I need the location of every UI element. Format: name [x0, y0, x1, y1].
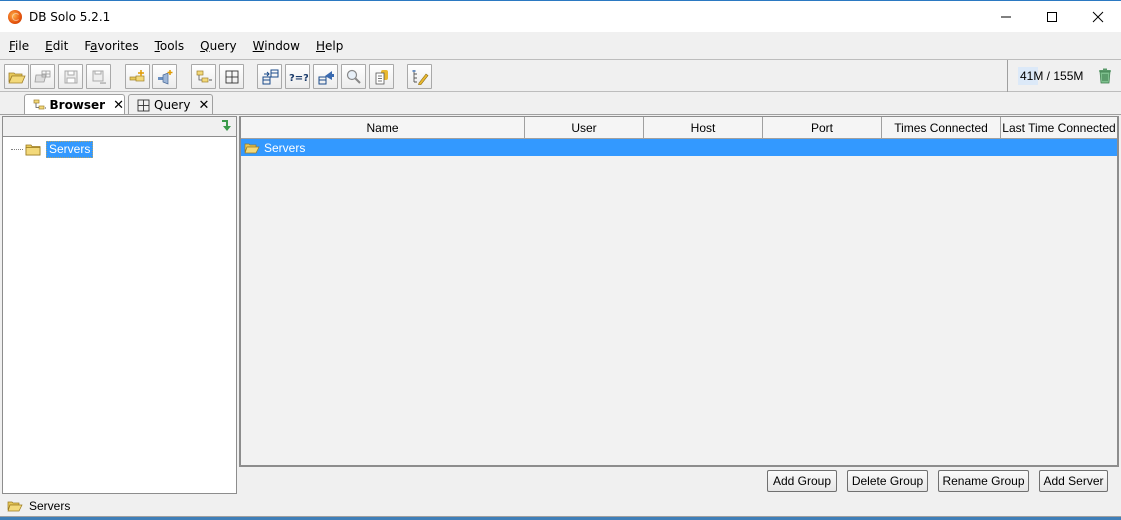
tab-query[interactable]: Query ✕ — [128, 94, 213, 115]
toolbar: ?=? 41M / 155M — [0, 59, 1121, 92]
menu-label: ools — [159, 38, 185, 53]
connect-button[interactable] — [152, 64, 177, 89]
search-icon — [346, 69, 361, 84]
tree-connector — [11, 149, 23, 150]
query-button[interactable] — [219, 64, 244, 89]
column-header-name[interactable]: Name — [241, 117, 525, 138]
tree-item-label: Servers — [46, 141, 94, 158]
window-controls — [983, 1, 1121, 32]
menu-mnemonic: a — [90, 38, 98, 53]
menu-tools[interactable]: Tools — [150, 39, 193, 53]
edit-tree-icon — [412, 69, 428, 85]
menu-bar: File Edit Favorites Tools Query Window H… — [0, 32, 1121, 59]
tab-browser[interactable]: Browser ✕ — [24, 94, 125, 115]
compare-data-icon: ?=? — [289, 73, 308, 84]
query-grid-icon — [225, 70, 238, 83]
add-server-button[interactable]: Add Server — [1039, 470, 1108, 492]
browser-button[interactable] — [191, 64, 216, 89]
open-folder-icon — [7, 72, 26, 83]
servers-table: Name User Host Port Times Connected Last… — [239, 116, 1119, 467]
open-remote-button[interactable] — [30, 64, 55, 89]
connect-icon — [157, 69, 172, 85]
menu-label: elp — [325, 38, 344, 53]
query-grid-icon — [137, 99, 150, 111]
save-button[interactable] — [58, 64, 83, 89]
refresh-icon[interactable] — [219, 119, 233, 133]
column-header-times-connected[interactable]: Times Connected — [882, 117, 1001, 138]
menu-label: vorites — [97, 38, 139, 53]
minimize-icon — [1001, 16, 1011, 17]
open-button[interactable] — [4, 64, 29, 89]
menu-mnemonic: E — [45, 38, 53, 53]
close-tab-icon[interactable]: ✕ — [198, 98, 209, 113]
status-text: Servers — [29, 499, 71, 513]
memory-panel[interactable]: 41M / 155M — [1007, 60, 1121, 92]
tree-header — [3, 117, 236, 137]
browser-tree-icon — [196, 70, 212, 82]
add-group-button[interactable]: Add Group — [767, 470, 837, 492]
menu-file[interactable]: File — [4, 39, 37, 53]
add-server-button[interactable] — [125, 64, 150, 89]
menu-label: uery — [209, 38, 237, 53]
open-folder-icon — [7, 501, 23, 512]
svg-text:?=?: ?=? — [289, 73, 308, 84]
menu-label: indow — [264, 38, 300, 53]
memory-usage: 41M / 155M — [1018, 67, 1084, 85]
search-button[interactable] — [341, 64, 366, 89]
menu-help[interactable]: Help — [311, 39, 351, 53]
browser-tree-icon — [33, 99, 46, 110]
menu-mnemonic: Q — [200, 38, 210, 53]
column-header-host[interactable]: Host — [644, 117, 763, 138]
menu-query[interactable]: Query — [195, 39, 244, 53]
minimize-button[interactable] — [983, 1, 1029, 32]
close-icon — [1092, 11, 1104, 22]
close-tab-icon[interactable]: ✕ — [113, 98, 124, 113]
report-button[interactable] — [369, 64, 394, 89]
menu-mnemonic: W — [252, 38, 265, 53]
menu-edit[interactable]: Edit — [40, 39, 76, 53]
garbage-collect-icon[interactable] — [1098, 68, 1112, 84]
tree-item-servers[interactable]: Servers — [11, 141, 94, 158]
rename-group-button[interactable]: Rename Group — [938, 470, 1029, 492]
column-header-user[interactable]: User — [525, 117, 644, 138]
save-as-button[interactable] — [86, 64, 111, 89]
maximize-icon — [1047, 11, 1057, 22]
folder-icon — [25, 144, 41, 156]
tab-bar: Browser ✕ Query ✕ — [0, 93, 1121, 115]
table-header: Name User Host Port Times Connected Last… — [241, 117, 1117, 139]
save-icon — [64, 70, 77, 83]
app-logo-icon — [8, 9, 22, 24]
column-header-last-time-connected[interactable]: Last Time Connected — [1001, 117, 1117, 138]
add-server-icon — [129, 69, 144, 81]
migrate-button[interactable] — [313, 64, 338, 89]
open-remote-icon — [34, 70, 50, 82]
save-as-icon — [92, 70, 106, 84]
menu-favorites[interactable]: Favorites — [79, 39, 146, 53]
compare-schema-icon — [262, 69, 278, 84]
table-row[interactable]: Servers — [241, 139, 1117, 156]
menu-window[interactable]: Window — [248, 39, 308, 53]
title-bar: DB Solo 5.2.1 — [0, 0, 1121, 32]
maximize-button[interactable] — [1029, 1, 1075, 32]
row-name: Servers — [264, 140, 306, 155]
tab-divider — [0, 114, 1121, 115]
edit-tree-button[interactable] — [407, 64, 432, 89]
menu-label: ile — [15, 38, 30, 53]
window-title: DB Solo 5.2.1 — [29, 9, 111, 24]
delete-group-button[interactable]: Delete Group — [847, 470, 928, 492]
report-icon — [375, 69, 388, 84]
close-window-button[interactable] — [1075, 1, 1121, 32]
open-folder-icon — [244, 143, 260, 153]
tab-label: Query — [154, 98, 191, 112]
compare-data-button[interactable]: ?=? — [285, 64, 310, 89]
status-bar: Servers — [0, 496, 1121, 517]
server-tree-panel: Servers — [2, 116, 237, 494]
menu-label: dit — [52, 38, 69, 53]
menu-mnemonic: H — [315, 38, 325, 53]
migrate-icon — [318, 70, 334, 84]
column-header-port[interactable]: Port — [763, 117, 882, 138]
tab-label: Browser — [49, 98, 106, 112]
compare-schema-button[interactable] — [257, 64, 282, 89]
